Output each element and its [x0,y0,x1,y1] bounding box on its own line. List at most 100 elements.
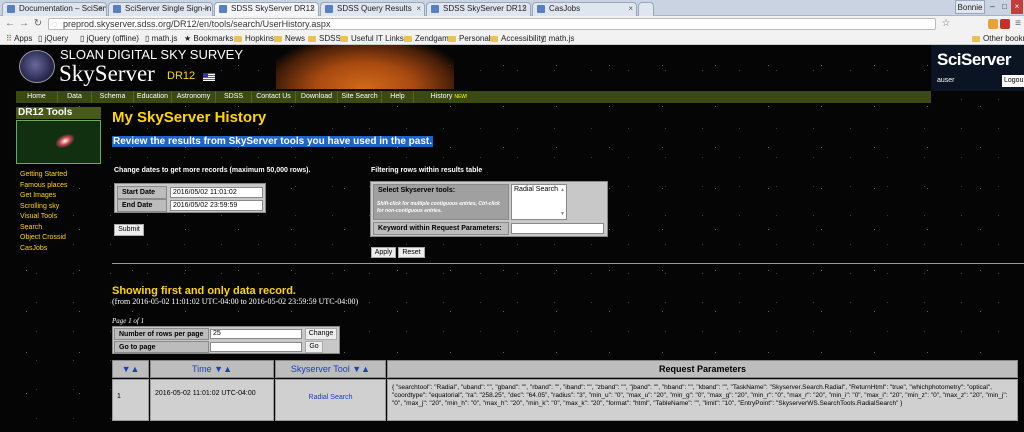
folder-icon [234,36,242,42]
column-sort-number[interactable]: ▼▲ [112,360,149,378]
extension-icon[interactable] [1000,19,1010,29]
submit-button[interactable]: Submit [114,224,144,236]
browser-tab[interactable]: SDSS SkyServer DR12 × [426,2,531,16]
menu-contact-us[interactable]: Contact Us [252,91,296,103]
close-tab-icon[interactable]: × [522,3,527,15]
tool-option[interactable]: Radial Search [514,186,558,193]
bookmark-folder[interactable]: Zendgame [404,32,453,45]
tool-select-list[interactable]: Radial Search ▲ ▼ [511,184,567,220]
minimize-icon[interactable]: – [987,0,998,14]
browser-tab[interactable]: CasJobs × [532,2,637,16]
reset-button[interactable]: Reset [398,247,425,258]
sidebar-link-visual-tools[interactable]: Visual Tools [20,212,67,223]
page-info-icon: ◌ [52,19,58,29]
bookmark-item[interactable]: ▯ jQuery (offline) [80,32,139,45]
column-tool[interactable]: Skyserver Tool ▼▲ [275,360,386,378]
close-tab-icon[interactable]: × [98,3,103,15]
close-tab-icon[interactable]: × [310,3,315,15]
other-bookmarks-folder[interactable]: Other bookma [972,32,1024,45]
sidebar-link-get-images[interactable]: Get Images [20,191,67,202]
page-favicon-icon [431,5,439,13]
us-flag-icon[interactable] [203,73,215,81]
bookmark-item[interactable]: ▯ math.js [145,32,177,45]
menu-schema[interactable]: Schema [92,91,134,103]
column-time[interactable]: Time ▼▲ [150,360,274,378]
bookmark-item[interactable]: ★ Bookmarks [184,32,233,45]
go-to-page-input[interactable] [210,342,302,352]
galaxy-image [53,131,77,151]
maximize-icon[interactable]: □ [999,0,1010,14]
bookmark-folder[interactable]: News [274,32,305,45]
browser-tab[interactable]: Documentation – SciServ × [2,2,107,16]
close-tab-icon[interactable]: × [416,3,421,15]
menu-data[interactable]: Data [58,91,92,103]
close-tab-icon[interactable]: × [628,3,633,15]
sidebar-link-object-crossid[interactable]: Object Crossid [20,233,67,244]
bookmark-folder[interactable]: Hopkins [234,32,274,45]
change-button[interactable]: Change [305,328,337,340]
menu-history[interactable]: History NEW! [414,91,484,103]
menu-download[interactable]: Download [296,91,338,103]
reload-icon[interactable]: ↻ [32,18,44,30]
results-range: (from 2016-05-02 11:01:02 UTC-04:00 to 2… [112,297,359,306]
sky-thumbnail-image[interactable] [16,120,101,164]
back-icon[interactable]: ← [4,18,16,30]
close-window-icon[interactable]: × [1011,0,1023,14]
bookmark-folder[interactable]: Useful IT Links [340,32,404,45]
menu-help[interactable]: Help [382,91,414,103]
bookmark-folder[interactable]: Accessibility [490,32,545,45]
new-tab-button[interactable] [638,2,654,16]
sciserver-logo[interactable]: SciServer [937,50,1011,70]
scroll-up-icon[interactable]: ▲ [560,185,565,195]
apply-button[interactable]: Apply [371,247,396,258]
profile-name[interactable]: Bonnie [955,0,985,14]
menu-site-search[interactable]: Site Search [338,91,382,103]
sidebar-link-casjobs[interactable]: CasJobs [20,244,67,255]
page-favicon-icon [325,5,333,13]
page-icon: ▯ [542,34,549,43]
browser-tab-active[interactable]: SDSS SkyServer DR12 × [214,2,319,16]
scroll-down-icon[interactable]: ▼ [560,209,565,219]
end-date-input[interactable] [170,200,263,211]
page-of: Page 1 of 1 [112,317,145,325]
site-title[interactable]: SkyServer [59,61,155,87]
bookmark-folder[interactable]: SDSS [308,32,341,45]
extension-icon[interactable] [988,19,998,29]
bookmark-item[interactable]: ▯ jQuery [38,32,68,45]
folder-icon [490,36,498,42]
dates-label: Change dates to get more records (maximu… [114,167,311,174]
logout-button[interactable]: Logou [1002,75,1024,87]
row-tool-link[interactable]: Radial Search [275,379,386,421]
bookmark-star-icon[interactable]: ☆ [940,18,952,30]
start-date-input[interactable] [170,187,263,198]
keyword-input[interactable] [511,223,604,234]
rows-per-page-input[interactable] [210,329,302,339]
go-button[interactable]: Go [305,341,323,353]
bookmark-item[interactable]: ⠿ Apps [6,32,32,45]
bookmark-folder[interactable]: Personal [448,32,491,45]
bookmark-item[interactable]: ▯ math.js [542,32,574,45]
menu-astronomy[interactable]: Astronomy [172,91,216,103]
menu-sdss[interactable]: SDSS [216,91,252,103]
divider [112,263,1024,264]
sidebar-link-getting-started[interactable]: Getting Started [20,170,67,181]
forward-icon[interactable]: → [18,18,30,30]
filter-label: Filtering rows within results table [371,167,483,174]
browser-tab[interactable]: SDSS Query Results × [320,2,425,16]
folder-icon [274,36,282,42]
browser-tab[interactable]: SciServer Single Sign-in | × [108,2,213,16]
row-time: 2016-05-02 11:01:02 UTC-04:00 [150,379,274,421]
url-input[interactable]: ◌ preprod.skyserver.sdss.org/DR12/en/tool… [48,18,936,30]
menu-education[interactable]: Education [134,91,172,103]
select-hint: Shift-click for multiple contiguous entr… [377,201,500,214]
menu-icon[interactable]: ≡ [1012,18,1024,30]
close-tab-icon[interactable]: × [204,3,209,15]
menu-home[interactable]: Home [16,91,58,103]
select-tools-label: Select Skyserver tools: [378,187,456,194]
sdss-logo-icon[interactable] [19,50,55,83]
star-icon: ★ [184,34,194,43]
filter-form: Select Skyserver tools: Shift-click for … [370,181,608,237]
sidebar-link-famous-places[interactable]: Famous places [20,181,67,192]
sidebar-link-scrolling-sky[interactable]: Scrolling sky [20,202,67,213]
sidebar-link-search[interactable]: Search [20,223,67,234]
